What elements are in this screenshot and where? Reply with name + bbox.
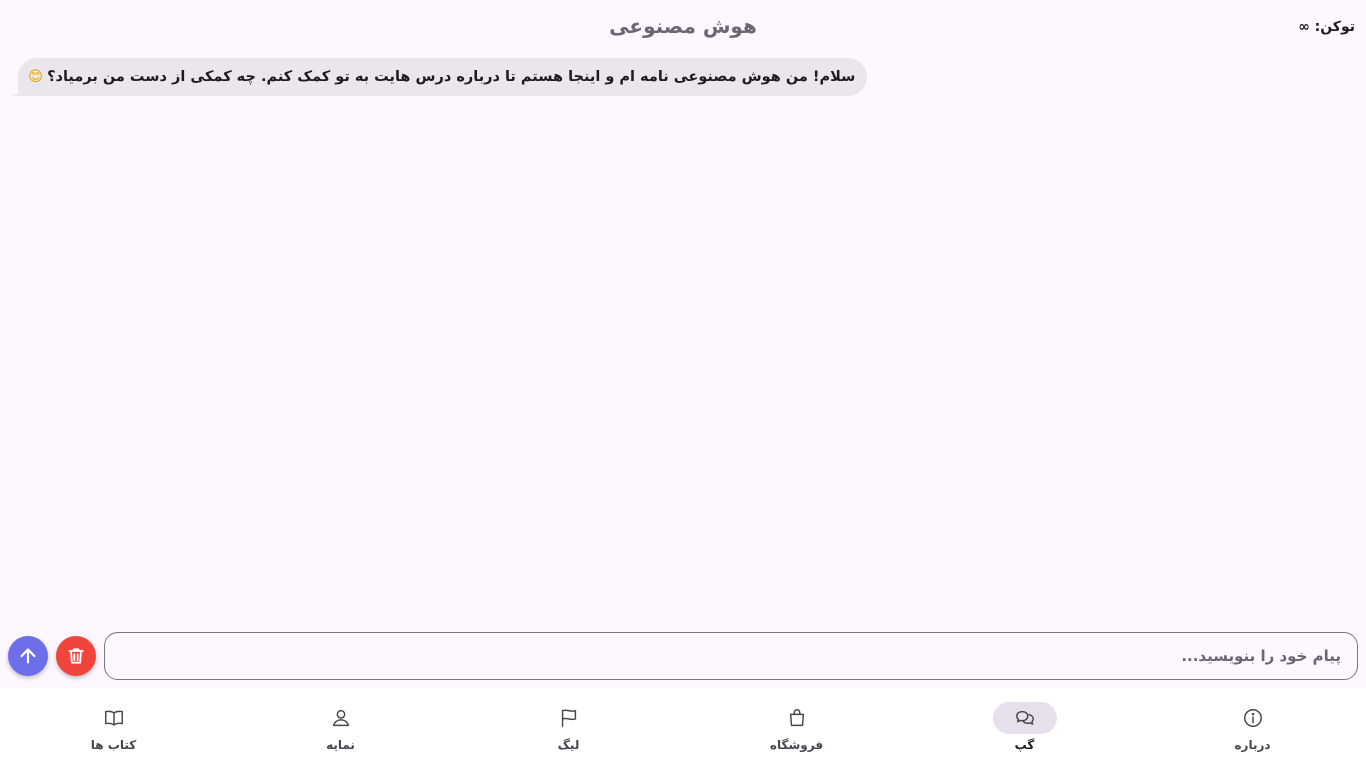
- nav-label: لیگ: [557, 738, 580, 752]
- page-title: هوش مصنوعی: [609, 14, 757, 38]
- nav-pill-active: [992, 702, 1057, 734]
- message-bubble: سلام! من هوش مصنوعی نامه ام و اینجا هستم…: [18, 58, 868, 96]
- nav-pill: [765, 702, 829, 734]
- shopping-bag-icon: [789, 709, 804, 727]
- message-text: سلام! من هوش مصنوعی نامه ام و اینجا هستم…: [47, 69, 856, 85]
- nav-label: فروشگاه: [769, 738, 824, 752]
- nav-item-league[interactable]: لیگ: [455, 688, 682, 768]
- nav-label: کتاب ها: [90, 738, 137, 752]
- nav-item-chat[interactable]: گپ: [911, 688, 1138, 768]
- nav-pill: [1221, 702, 1285, 734]
- nav-item-about[interactable]: درباره: [1139, 688, 1366, 768]
- send-button[interactable]: [8, 636, 48, 676]
- user-icon: [332, 709, 349, 727]
- app-root: هوش مصنوعی توکن: ∞ سلام! من هوش مصنوعی ن…: [0, 0, 1366, 768]
- nav-item-profile[interactable]: نمایه: [227, 688, 454, 768]
- nav-item-books[interactable]: کتاب ها: [0, 688, 227, 768]
- arrow-up-icon: [20, 648, 36, 664]
- top-bar: هوش مصنوعی توکن: ∞: [0, 0, 1366, 56]
- nav-pill: [537, 702, 601, 734]
- bottom-navigation: کتاب ها نمایه لیگ فروشگاه گپ درباره: [0, 688, 1366, 768]
- nav-label: نمایه: [326, 738, 355, 752]
- nav-pill: [309, 702, 373, 734]
- token-counter: توکن: ∞: [1298, 19, 1355, 35]
- info-icon: [1243, 709, 1262, 727]
- nav-label: درباره: [1234, 738, 1271, 752]
- chat-bubbles-icon: [1015, 710, 1034, 725]
- smile-emoji-icon: 😊: [28, 69, 44, 85]
- book-icon: [104, 710, 123, 726]
- chat-messages: سلام! من هوش مصنوعی نامه ام و اینجا هستم…: [0, 58, 1366, 618]
- assistant-message: سلام! من هوش مصنوعی نامه ام و اینجا هستم…: [10, 58, 868, 96]
- message-composer: [0, 632, 1366, 680]
- flag-icon: [561, 709, 576, 727]
- trash-icon: [68, 648, 84, 664]
- nav-pill: [82, 702, 146, 734]
- nav-item-shop[interactable]: فروشگاه: [683, 688, 910, 768]
- message-input[interactable]: [104, 632, 1358, 680]
- clear-chat-button[interactable]: [56, 636, 96, 676]
- nav-label: گپ: [1014, 738, 1035, 752]
